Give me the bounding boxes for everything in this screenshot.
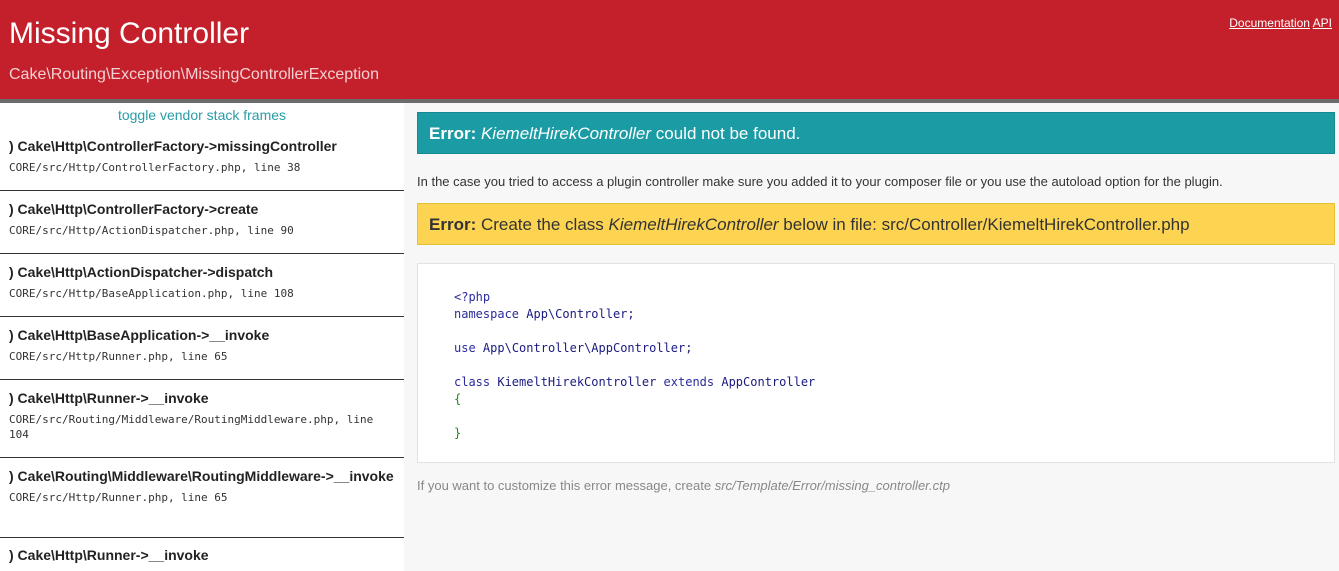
target-file-text: below in file: src/Controller/KiemeltHir… xyxy=(778,215,1190,234)
error-header: Missing Controller Cake\Routing\Exceptio… xyxy=(0,0,1339,99)
stack-frame[interactable]: ) Cake\Http\BaseApplication->__invoke CO… xyxy=(0,317,404,380)
create-class-banner: Error: Create the class KiemeltHirekCont… xyxy=(417,203,1335,245)
code-block: <?php namespace App\Controller; use App\… xyxy=(454,289,1334,442)
stack-frame[interactable]: ) Cake\Http\ControllerFactory->missingCo… xyxy=(0,136,404,191)
stack-frame[interactable]: ) Cake\Http\Runner->__invoke CORE/src/Ro… xyxy=(0,380,404,458)
template-path: src/Template/Error/missing_controller.ct… xyxy=(714,478,950,493)
api-link[interactable]: API xyxy=(1313,16,1332,30)
use-keyword: use xyxy=(454,341,476,355)
stack-frame-file: CORE/src/Routing/Middleware/RoutingMiddl… xyxy=(9,413,374,441)
stack-frame-file: CORE/src/Http/ControllerFactory.php, lin… xyxy=(9,161,301,174)
stack-frame-file: CORE/src/Http/BaseApplication.php, line … xyxy=(9,287,294,300)
stack-frame-function: ) Cake\Http\ControllerFactory->create xyxy=(9,201,259,217)
missing-class-name: KiemeltHirekController xyxy=(480,124,652,143)
error-label: Error: xyxy=(429,215,477,234)
stack-frame-function: ) Cake\Routing\Middleware\RoutingMiddlew… xyxy=(9,468,394,484)
class-keyword: class xyxy=(454,375,491,389)
customize-hint: If you want to customize this error mess… xyxy=(417,478,950,493)
open-brace: { xyxy=(454,392,462,406)
plugin-hint-text: In the case you tried to access a plugin… xyxy=(417,174,1223,189)
exception-class: Cake\Routing\Exception\MissingController… xyxy=(9,66,379,83)
documentation-link[interactable]: Documentation xyxy=(1229,16,1310,30)
stack-frame-function: ) Cake\Http\ControllerFactory->missingCo… xyxy=(9,138,337,154)
error-label: Error: xyxy=(429,124,477,143)
stack-frame[interactable]: ) Cake\Http\Runner->__invoke xyxy=(0,538,404,571)
stack-frame[interactable]: ) Cake\Routing\Middleware\RoutingMiddlew… xyxy=(0,458,404,538)
stack-frame-function: ) Cake\Http\ActionDispatcher->dispatch xyxy=(9,264,274,280)
stack-frame-file: CORE/src/Http/Runner.php, line 65 xyxy=(9,491,228,504)
error-message-text: could not be found. xyxy=(651,124,801,143)
namespace-value: App\Controller; xyxy=(526,307,635,321)
stack-frame[interactable]: ) Cake\Http\ControllerFactory->create CO… xyxy=(0,191,404,254)
class-name-code: KiemeltHirekController xyxy=(497,375,657,389)
stack-frame-file: CORE/src/Http/ActionDispatcher.php, line… xyxy=(9,224,294,237)
stack-frame-file: CORE/src/Http/Runner.php, line 65 xyxy=(9,350,228,363)
stack-frame-function: ) Cake\Http\Runner->__invoke xyxy=(9,547,209,563)
parent-class: AppController xyxy=(721,375,816,389)
extends-keyword: extends xyxy=(663,375,715,389)
use-value: App\Controller\AppController; xyxy=(482,341,693,355)
customize-hint-text: If you want to customize this error mess… xyxy=(417,478,715,493)
page-title: Missing Controller xyxy=(9,17,250,50)
close-brace: } xyxy=(454,426,462,440)
create-class-text: Create the class xyxy=(476,215,609,234)
class-name: KiemeltHirekController xyxy=(608,215,779,234)
stack-trace-sidebar: toggle vendor stack frames ) Cake\Http\C… xyxy=(0,103,404,571)
namespace-keyword: namespace xyxy=(454,307,520,321)
header-links: Documentation API xyxy=(1229,16,1332,30)
error-message-banner: Error: KiemeltHirekController could not … xyxy=(417,112,1335,154)
php-open-tag: <?php xyxy=(454,290,491,304)
code-sample: <?php namespace App\Controller; use App\… xyxy=(417,263,1335,463)
stack-frame-function: ) Cake\Http\BaseApplication->__invoke xyxy=(9,327,270,343)
toggle-vendor-frames-link[interactable]: toggle vendor stack frames xyxy=(0,107,404,123)
stack-frame-function: ) Cake\Http\Runner->__invoke xyxy=(9,390,209,406)
stack-frame[interactable]: ) Cake\Http\ActionDispatcher->dispatch C… xyxy=(0,254,404,317)
